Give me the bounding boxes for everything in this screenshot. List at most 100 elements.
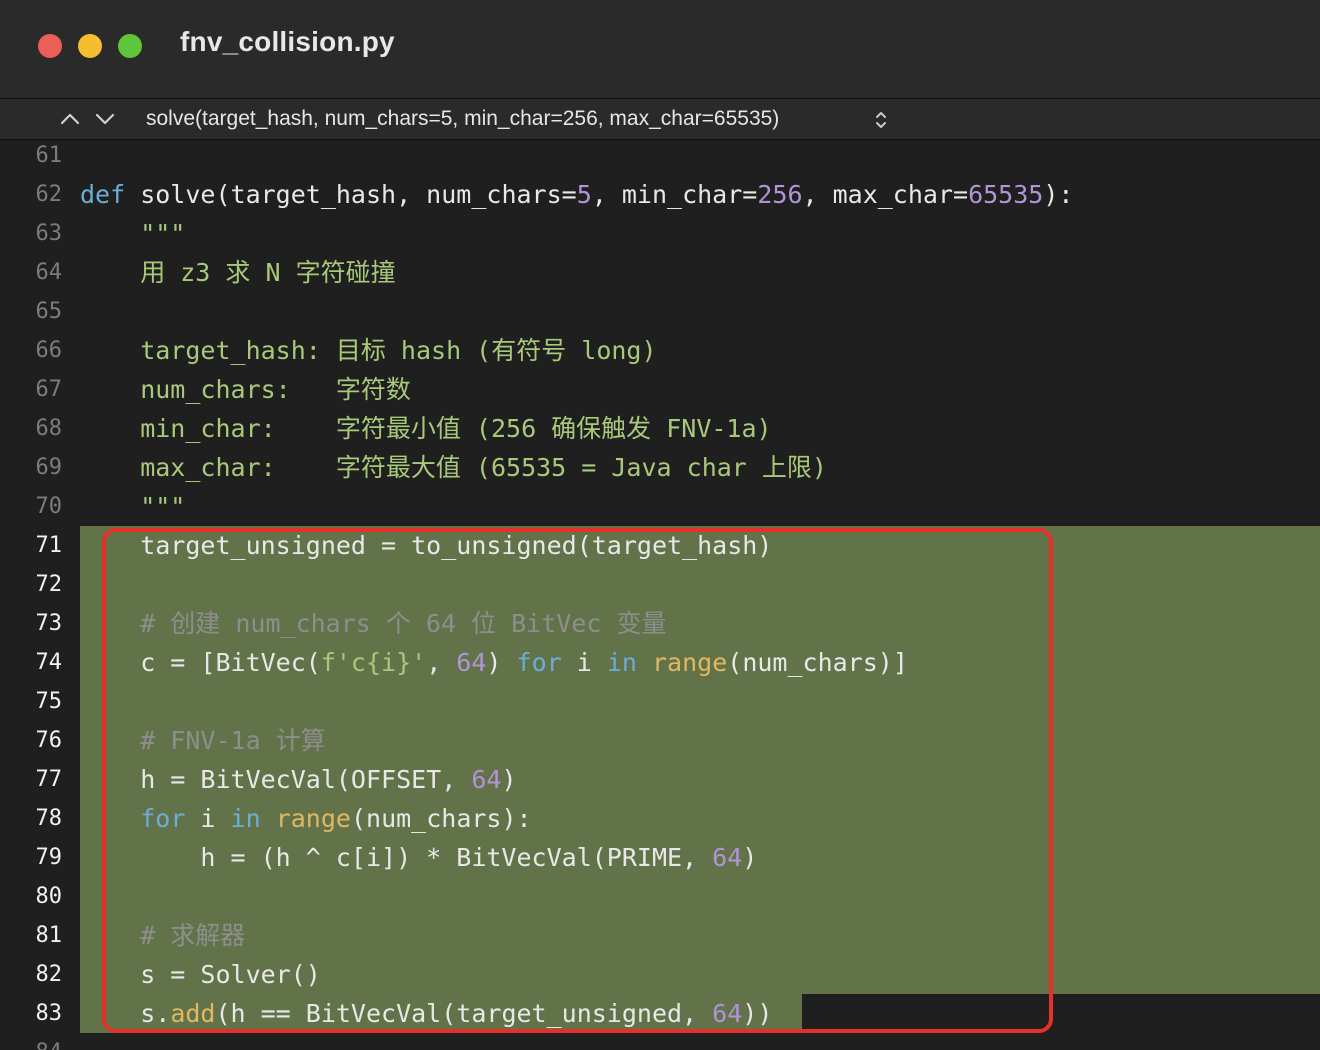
line-number: 74: [35, 650, 63, 675]
code-line[interactable]: 83 s.add(h == BitVecVal(target_unsigned,…: [0, 994, 1320, 1033]
code-line[interactable]: 73 # 创建 num_chars 个 64 位 BitVec 变量: [0, 604, 1320, 643]
code-token: num_chars: 字符数: [80, 375, 411, 404]
line-number: 82: [35, 962, 63, 987]
code-token: )): [742, 999, 773, 1028]
code-text[interactable]: s = Solver(): [80, 955, 321, 994]
line-number: 76: [35, 728, 63, 753]
code-line[interactable]: 67 num_chars: 字符数: [0, 370, 1320, 409]
code-text[interactable]: h = BitVecVal(OFFSET, 64): [80, 760, 516, 799]
close-button[interactable]: [38, 34, 62, 58]
code-token: max_char: 字符最大值 (65535 = Java char 上限): [80, 453, 827, 482]
code-text[interactable]: num_chars: 字符数: [80, 370, 411, 409]
code-line[interactable]: 78 for i in range(num_chars):: [0, 799, 1320, 838]
code-line[interactable]: 65: [0, 292, 1320, 331]
code-line[interactable]: 68 min_char: 字符最小值 (256 确保触发 FNV-1a): [0, 409, 1320, 448]
code-line[interactable]: 69 max_char: 字符最大值 (65535 = Java char 上限…: [0, 448, 1320, 487]
code-token: i: [561, 648, 607, 677]
code-token: 64: [712, 843, 743, 872]
code-token: 65535: [968, 180, 1044, 209]
line-number: 71: [35, 533, 63, 558]
code-text[interactable]: 用 z3 求 N 字符碰撞: [80, 253, 396, 292]
code-line[interactable]: 76 # FNV-1a 计算: [0, 721, 1320, 760]
code-text[interactable]: min_char: 字符最小值 (256 确保触发 FNV-1a): [80, 409, 772, 448]
code-token: 64: [712, 999, 743, 1028]
line-number: 81: [35, 923, 63, 948]
code-line[interactable]: 75: [0, 682, 1320, 721]
chevron-up-icon[interactable]: [58, 107, 82, 131]
window-title: fnv_collision.py: [180, 26, 395, 57]
line-number: 83: [35, 1001, 63, 1026]
code-token: s = Solver(): [80, 960, 321, 989]
code-token: # 求解器: [80, 921, 246, 950]
code-text[interactable]: max_char: 字符最大值 (65535 = Java char 上限): [80, 448, 827, 487]
code-line[interactable]: 61: [0, 140, 1320, 175]
code-token: add: [170, 999, 216, 1028]
code-token: (num_chars):: [350, 804, 532, 833]
minimize-button[interactable]: [78, 34, 102, 58]
code-line[interactable]: 66 target_hash: 目标 hash (有符号 long): [0, 331, 1320, 370]
up-down-chevron-icon[interactable]: [872, 108, 890, 132]
maximize-button[interactable]: [118, 34, 142, 58]
code-token: h = (h ^ c[i]) * BitVecVal(PRIME,: [80, 843, 713, 872]
code-token: min_char: 字符最小值 (256 确保触发 FNV-1a): [80, 414, 772, 443]
chevron-down-icon[interactable]: [93, 107, 117, 131]
code-token: target_hash: 目标 hash (有符号 long): [80, 336, 657, 365]
line-number: 79: [35, 845, 63, 870]
code-token: s.: [80, 999, 171, 1028]
code-text[interactable]: s.add(h == BitVecVal(target_unsigned, 64…: [80, 994, 772, 1033]
code-token: 64: [456, 648, 487, 677]
code-token: """: [80, 492, 186, 521]
code-line[interactable]: 71 target_unsigned = to_unsigned(target_…: [0, 526, 1320, 565]
line-number: 67: [35, 377, 63, 402]
code-token: in: [606, 648, 637, 677]
line-number: 62: [35, 182, 63, 207]
breadcrumb-symbol[interactable]: solve(target_hash, num_chars=5, min_char…: [146, 107, 779, 131]
code-text[interactable]: def solve(target_hash, num_chars=5, min_…: [80, 175, 1073, 214]
code-token: in: [230, 804, 261, 833]
code-text[interactable]: # 求解器: [80, 916, 245, 955]
code-line[interactable]: 72: [0, 565, 1320, 604]
code-text[interactable]: for i in range(num_chars):: [80, 799, 532, 838]
code-text[interactable]: """: [80, 487, 185, 526]
line-number: 63: [35, 221, 63, 246]
line-number: 68: [35, 416, 63, 441]
code-line[interactable]: 82 s = Solver(): [0, 955, 1320, 994]
code-text[interactable]: """: [80, 214, 185, 253]
code-text[interactable]: # FNV-1a 计算: [80, 721, 325, 760]
code-token: ,: [426, 648, 457, 677]
code-text[interactable]: c = [BitVec(f'c{i}', 64) for i in range(…: [80, 643, 908, 682]
code-line[interactable]: 80: [0, 877, 1320, 916]
code-token: 64: [471, 765, 502, 794]
code-editor[interactable]: 61 62 def solve(target_hash, num_chars=5, …: [0, 140, 1320, 1050]
code-token: for: [516, 648, 562, 677]
code-token: , max_char=: [802, 180, 969, 209]
code-text[interactable]: target_unsigned = to_unsigned(target_has…: [80, 526, 772, 565]
title-bar: fnv_collision.py: [0, 0, 1320, 98]
line-number: 78: [35, 806, 63, 831]
code-token: 用 z3 求 N 字符碰撞: [80, 258, 396, 287]
line-number: 69: [35, 455, 63, 480]
line-number: 72: [35, 572, 63, 597]
selection-highlight: [80, 682, 1320, 721]
code-token: ):: [1043, 180, 1074, 209]
code-line[interactable]: 62 def solve(target_hash, num_chars=5, mi…: [0, 175, 1320, 214]
code-line[interactable]: 70 """: [0, 487, 1320, 526]
code-text[interactable]: target_hash: 目标 hash (有符号 long): [80, 331, 657, 370]
code-line[interactable]: 64 用 z3 求 N 字符碰撞: [0, 253, 1320, 292]
code-text[interactable]: h = (h ^ c[i]) * BitVecVal(PRIME, 64): [80, 838, 757, 877]
code-line[interactable]: 77 h = BitVecVal(OFFSET, 64): [0, 760, 1320, 799]
code-line[interactable]: 74 c = [BitVec(f'c{i}', 64) for i in ran…: [0, 643, 1320, 682]
code-text[interactable]: # 创建 num_chars 个 64 位 BitVec 变量: [80, 604, 666, 643]
line-number: 64: [35, 260, 63, 285]
code-token: 5: [576, 180, 592, 209]
code-token: h = BitVecVal(OFFSET,: [80, 765, 472, 794]
line-number: 80: [35, 884, 63, 909]
code-line[interactable]: 79 h = (h ^ c[i]) * BitVecVal(PRIME, 64): [0, 838, 1320, 877]
line-number: 70: [35, 494, 63, 519]
code-line[interactable]: 81 # 求解器: [0, 916, 1320, 955]
code-line[interactable]: 63 """: [0, 214, 1320, 253]
code-line[interactable]: 84: [0, 1033, 1320, 1050]
code-token: ): [486, 648, 517, 677]
